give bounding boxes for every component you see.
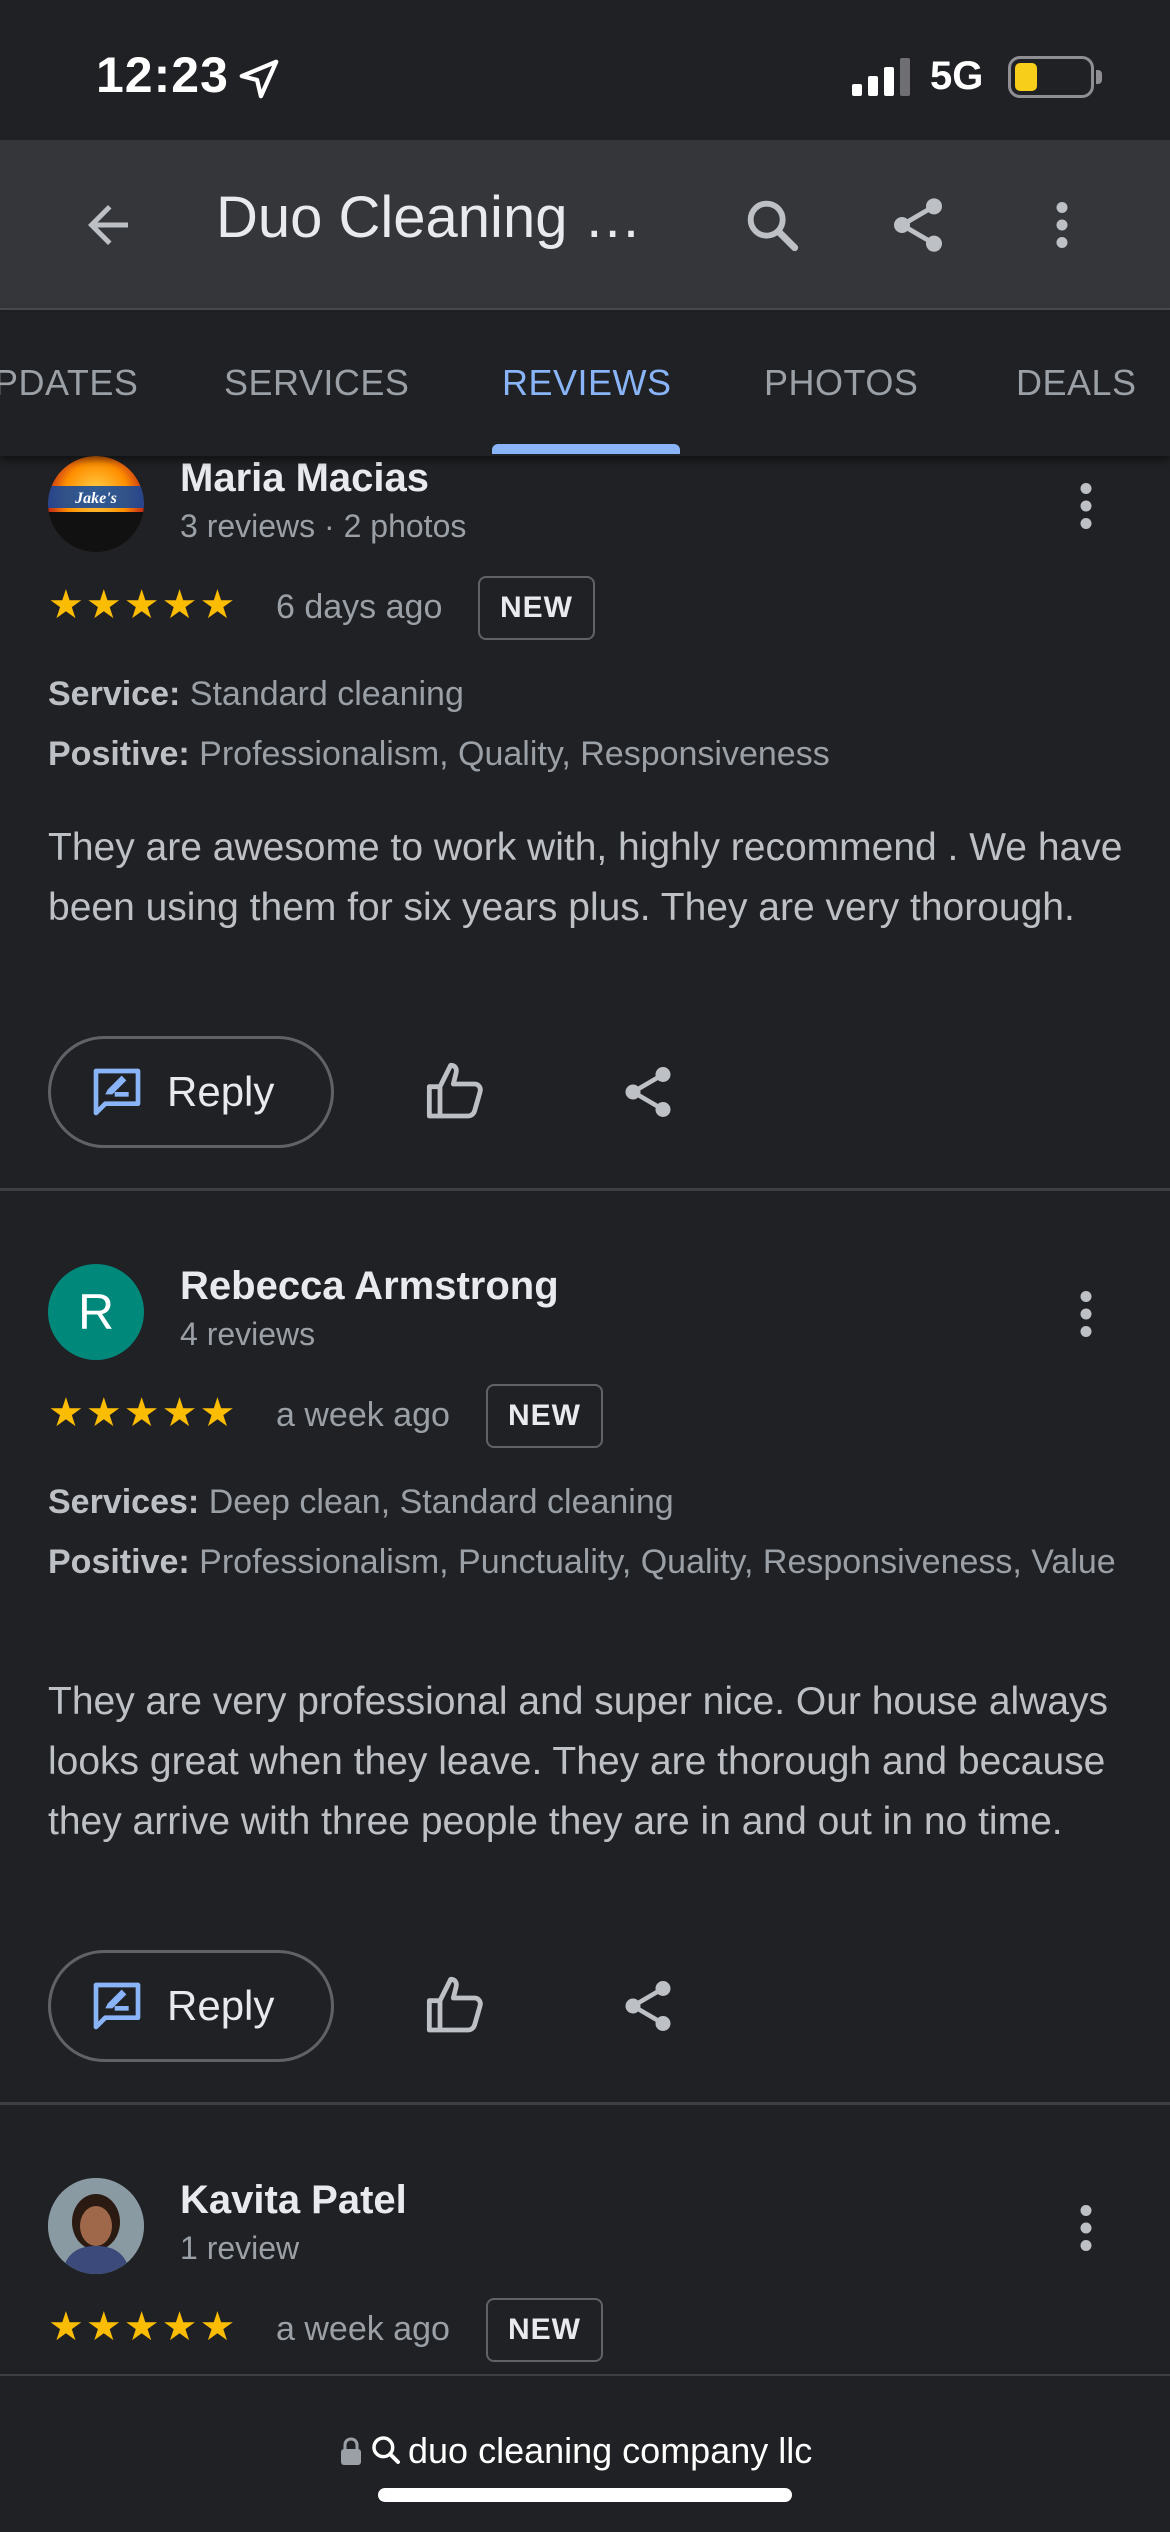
page-title: Duo Cleaning … [216,185,642,250]
reviewer-meta: 4 reviews [180,1316,316,1352]
tab-deals[interactable]: DEALS [1016,362,1137,404]
lock-icon [341,2437,361,2465]
attribute-value: Professionalism, Quality, Responsiveness [199,735,830,773]
business-logo-avatar: Jake's [48,456,144,552]
status-time: 12:23 [96,47,229,103]
tab-reviews[interactable]: REVIEWS [502,362,672,404]
service-attribute: Services: Deep clean, Standard cleaning [48,1478,1128,1526]
star-rating: ★★★★★ [48,583,238,627]
review-date: a week ago [276,2310,450,2348]
logo-text: Jake's [74,490,117,507]
profile-photo-avatar [48,2178,144,2274]
reply-label: Reply [167,1068,275,1115]
share-icon [894,198,942,252]
reviewer-meta: 3 reviews · 2 photos [180,508,467,544]
new-badge: NEW [478,576,595,640]
reviewer-name[interactable]: Rebecca Armstrong [180,1264,559,1309]
attribute-label: Service: [48,675,181,713]
more-vert-icon [1056,202,1068,248]
cellular-signal-icon [852,58,910,96]
thumb-up-icon[interactable] [424,1060,488,1124]
share-icon[interactable] [618,1976,678,2036]
more-vert-icon[interactable] [1068,1284,1104,1344]
avatar[interactable]: Jake's [48,456,144,552]
search-button[interactable] [732,185,812,265]
more-vert-icon[interactable] [1068,476,1104,536]
avatar[interactable] [48,2178,144,2274]
tab-services[interactable]: SERVICES [224,362,409,404]
reply-button[interactable]: Reply [48,1036,334,1148]
reply-label: Reply [167,1982,275,2029]
back-button[interactable] [68,185,148,265]
more-options-button[interactable] [1022,185,1102,265]
search-icon [747,200,799,252]
home-indicator[interactable] [378,2488,792,2502]
star-rating: ★★★★★ [48,1391,238,1435]
attribute-value: Professionalism, Punctuality, Quality, R… [199,1543,1116,1581]
tab-bar: PDATES SERVICES REVIEWS PHOTOS DEALS [0,312,1170,456]
more-vert-icon[interactable] [1068,2198,1104,2258]
url-text[interactable]: duo cleaning company llc [408,2430,812,2472]
arrow-back-icon [88,205,128,245]
attribute-label: Positive: [48,735,190,773]
rate-review-icon [93,1982,141,2030]
review-date: a week ago [276,1396,450,1434]
review-text: They are awesome to work with, highly re… [48,826,1123,929]
reply-button[interactable]: Reply [48,1950,334,2062]
review-text: They are very professional and super nic… [48,1680,1109,1843]
positive-attribute: Positive: Professionalism, Quality, Resp… [48,730,1128,778]
new-badge: NEW [486,2298,603,2362]
review-date: 6 days ago [276,588,443,626]
battery-icon [1008,56,1094,98]
divider [0,1188,1170,1191]
star-rating: ★★★★★ [48,2305,238,2349]
thumb-up-icon[interactable] [424,1974,488,2038]
battery-nub [1096,70,1102,84]
location-arrow-icon [239,59,279,99]
tab-updates[interactable]: PDATES [0,362,138,404]
network-type: 5G [930,54,984,98]
search-icon [372,2436,400,2464]
app-bar: Duo Cleaning … [0,140,1170,310]
browser-url-bar[interactable]: duo cleaning company llc [0,2374,1170,2532]
rate-review-icon [93,1068,141,1116]
attribute-value: Deep clean, Standard cleaning [208,1483,674,1521]
attribute-label: Services: [48,1483,200,1521]
reviewer-meta: 1 review [180,2230,300,2266]
avatar[interactable]: R [48,1264,144,1360]
positive-attribute: Positive: Professionalism, Punctuality, … [48,1538,1128,1586]
reviewer-name[interactable]: Kavita Patel [180,2178,407,2223]
attribute-value: Standard cleaning [189,675,464,713]
attribute-label: Positive: [48,1543,190,1581]
service-attribute: Service: Standard cleaning [48,670,1128,718]
reviews-list[interactable]: Jake's Maria Macias 3 reviews · 2 photos… [0,456,1170,2374]
battery-level [1015,63,1037,91]
reviewer-name[interactable]: Maria Macias [180,456,429,501]
status-bar: 12:23 5G [0,0,1170,140]
share-button[interactable] [878,185,958,265]
new-badge: NEW [486,1384,603,1448]
share-icon[interactable] [618,1062,678,1122]
divider [0,2102,1170,2105]
tab-photos[interactable]: PHOTOS [764,362,918,404]
active-tab-indicator [492,444,680,454]
